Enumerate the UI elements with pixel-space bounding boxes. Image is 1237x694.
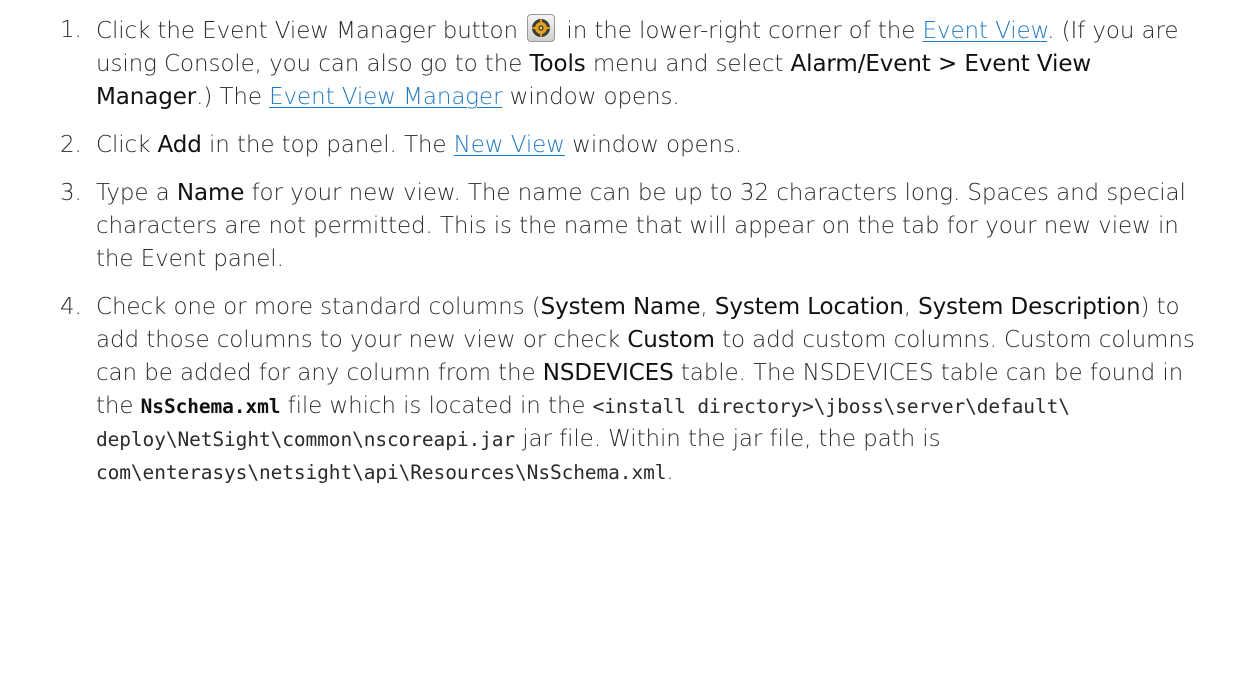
step-text: Type a (96, 180, 177, 206)
new-view-link[interactable]: New View (454, 132, 565, 158)
step-text: file which is located in the (280, 393, 593, 419)
step-text: . (666, 459, 674, 485)
step-number: 1. (60, 17, 82, 43)
nsdevices-label: NSDEVICES (542, 360, 674, 386)
custom-label: Custom (627, 327, 715, 353)
step-number: 4. (60, 294, 82, 320)
step-text: Check one or more standard columns ( (96, 294, 541, 320)
install-directory-path: <install directory>\jboss\server\default… (592, 395, 1070, 418)
step-text: window opens. (564, 132, 743, 158)
system-location-label: System Location (714, 294, 904, 320)
separator: , (903, 294, 919, 320)
step-text: Click the Event View Manager button (96, 18, 518, 44)
tools-menu-label: Tools (529, 51, 586, 77)
name-field-label: Name (176, 180, 245, 206)
schema-path-in-jar: com\enterasys\netsight\api\Resources\NsS… (96, 461, 667, 484)
step-text: for your new view. The name can be up to… (96, 180, 1186, 272)
jar-file-path: deploy\NetSight\common\nscoreapi.jar (96, 428, 516, 451)
step-1: 1. Click the Event View Manager button i… (0, 14, 1237, 114)
system-name-label: System Name (540, 294, 701, 320)
gear-icon[interactable] (527, 14, 556, 42)
step-text: in the top panel. The (201, 132, 454, 158)
event-view-link[interactable]: Event View (923, 18, 1048, 44)
instruction-document: 1. Click the Event View Manager button i… (0, 0, 1237, 489)
steps-list: 1. Click the Event View Manager button i… (0, 14, 1237, 489)
step-text: window opens. (502, 84, 680, 110)
step-text: menu and select (585, 51, 791, 77)
add-button-label: Add (157, 132, 202, 158)
step-4: 4. Check one or more standard columns (S… (0, 291, 1237, 489)
step-text: .) The (196, 84, 270, 110)
step-2: 2. Click Add in the top panel. The New V… (0, 129, 1237, 162)
system-description-label: System Description (918, 294, 1141, 320)
step-number: 3. (60, 180, 82, 206)
step-text: Click (96, 132, 158, 158)
step-text: in the lower-right corner of the (559, 18, 923, 44)
step-text: jar file. Within the jar file, the path … (515, 426, 941, 452)
step-number: 2. (60, 132, 82, 158)
event-view-manager-link[interactable]: Event View Manager (269, 84, 502, 110)
schema-filename: NsSchema.xml (140, 395, 281, 418)
step-3: 3. Type a Name for your new view. The na… (0, 177, 1237, 276)
separator: , (700, 294, 715, 320)
